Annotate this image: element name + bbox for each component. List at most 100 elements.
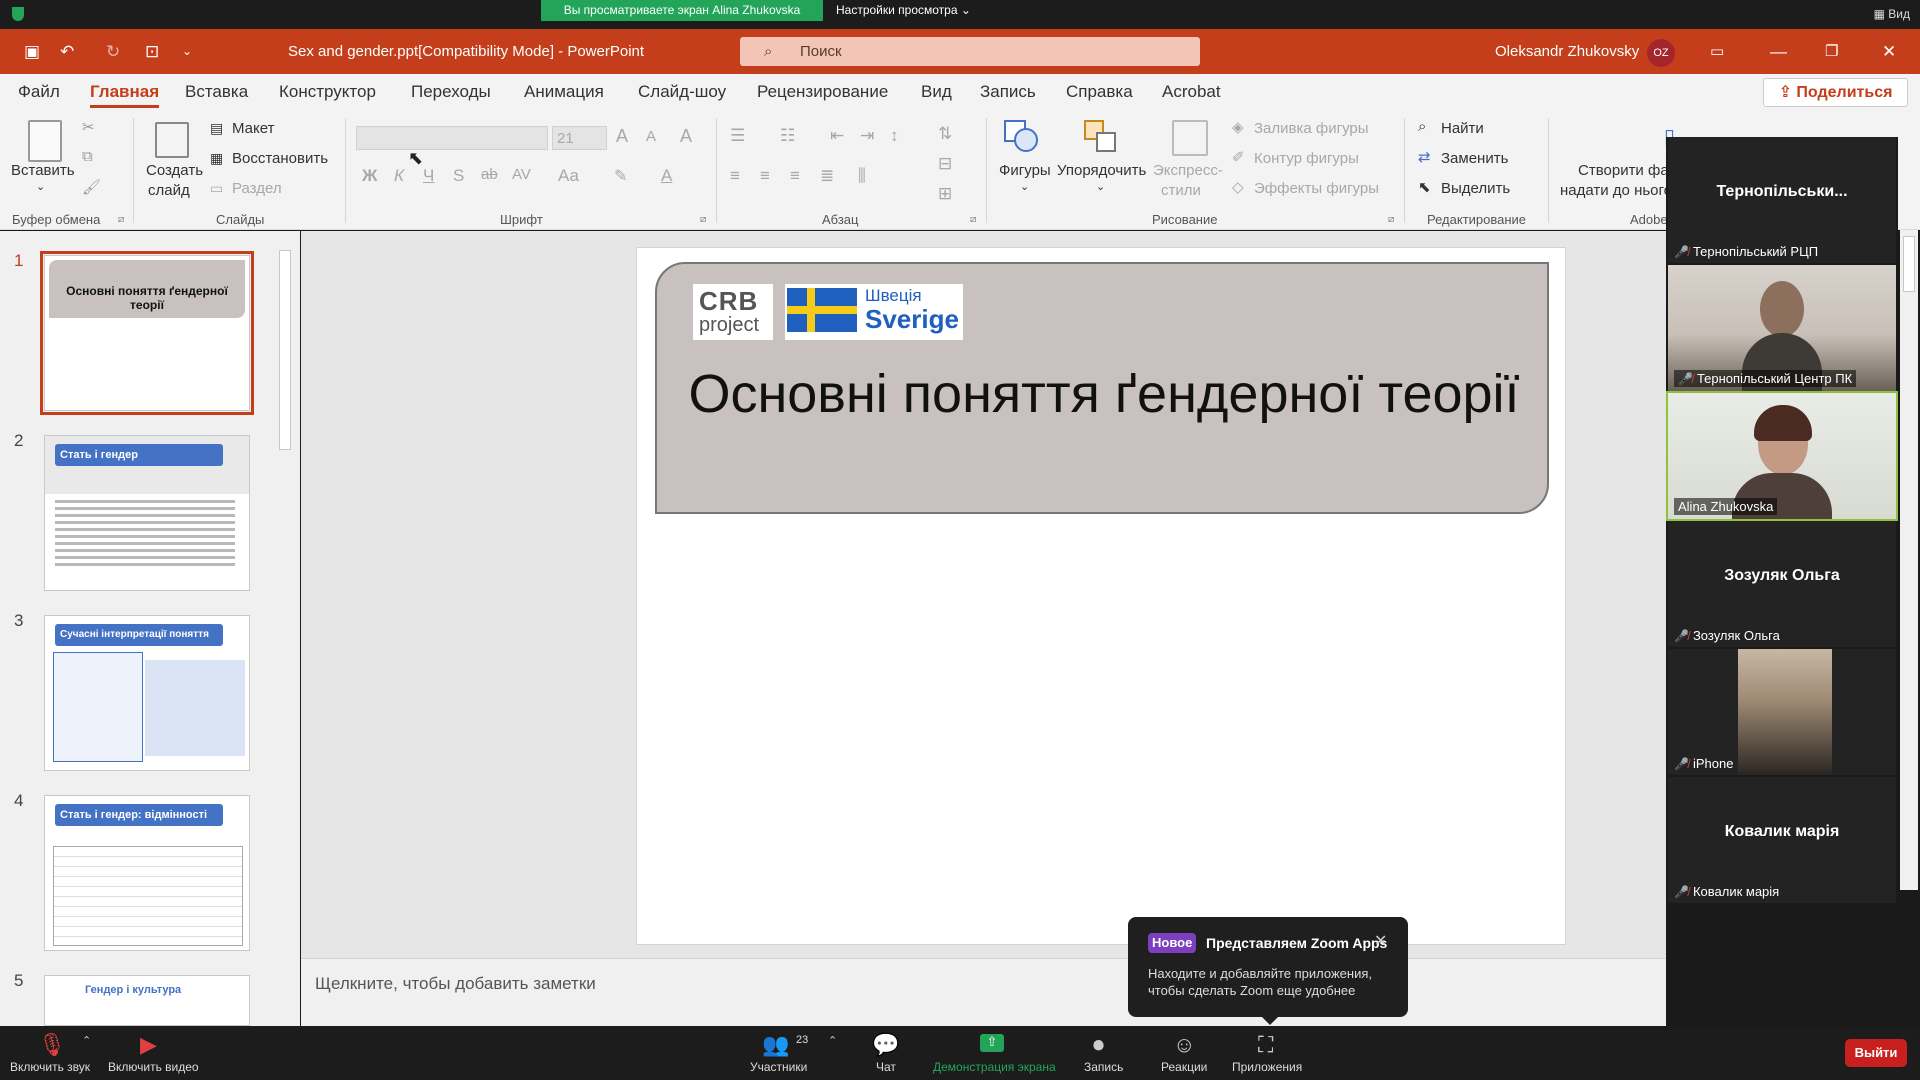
avatar[interactable]: OZ: [1647, 39, 1675, 67]
current-slide[interactable]: CRB project Швеція Sverige Основні понят…: [636, 247, 1566, 945]
find-icon[interactable]: ⌕: [1418, 118, 1426, 135]
shape-outline-icon[interactable]: ✐: [1232, 148, 1245, 166]
title-placeholder[interactable]: CRB project Швеція Sverige Основні понят…: [655, 262, 1549, 514]
copy-icon[interactable]: ⧉: [82, 148, 93, 165]
tab-design[interactable]: Конструктор: [279, 74, 376, 110]
text-direction-icon[interactable]: ⇅: [938, 124, 952, 144]
scrollbar-thumb[interactable]: [1903, 236, 1915, 292]
strikethrough-icon[interactable]: ab: [481, 166, 498, 183]
clipboard-launcher-icon[interactable]: ⧄: [118, 214, 124, 225]
font-color-icon[interactable]: A: [661, 166, 672, 186]
participant-tile[interactable]: Alina Zhukovska: [1666, 391, 1898, 521]
share-screen-icon[interactable]: ⇧: [980, 1034, 1004, 1052]
apps-icon[interactable]: ⛶: [1258, 1032, 1273, 1058]
layout-icon[interactable]: ▤: [210, 120, 223, 137]
justify-icon[interactable]: ≣: [820, 166, 834, 186]
audio-options-icon[interactable]: ⌃: [82, 1034, 91, 1047]
quick-styles-icon[interactable]: [1172, 120, 1208, 156]
change-case-button[interactable]: Аа: [558, 166, 579, 186]
participant-tile[interactable]: Ковалик марія 🎤̸ Ковалик марія: [1668, 777, 1896, 903]
arrange-dropdown-icon[interactable]: ⌄: [1096, 180, 1105, 193]
undo-icon[interactable]: ↶: [60, 29, 74, 74]
spacing-icon[interactable]: AV: [512, 166, 531, 183]
align-text-icon[interactable]: ⊟: [938, 154, 952, 174]
new-slide-icon[interactable]: [155, 122, 189, 158]
align-left-icon[interactable]: ≡: [730, 166, 740, 186]
unmute-button[interactable]: Включить звук: [10, 1060, 90, 1074]
new-slide-button[interactable]: Создать: [146, 162, 203, 179]
search-input[interactable]: ⌕ Поиск: [740, 37, 1200, 66]
align-right-icon[interactable]: ≡: [790, 166, 800, 186]
tab-view[interactable]: Вид: [921, 74, 952, 110]
shape-fill-icon[interactable]: ◈: [1232, 118, 1244, 136]
tab-animations[interactable]: Анимация: [524, 74, 604, 110]
reset-button[interactable]: Восстановить: [232, 150, 328, 167]
video-off-icon[interactable]: ▶: [140, 1032, 157, 1058]
slide-thumbnail-2[interactable]: Стать і гендер: [44, 435, 250, 591]
align-center-icon[interactable]: ≡: [760, 166, 770, 186]
section-icon[interactable]: ▭: [210, 180, 223, 197]
participant-tile[interactable]: Тернопільськи... 🎤̸ Тернопільський РЦП: [1668, 137, 1896, 263]
thumbnails-scrollbar[interactable]: [278, 235, 292, 1021]
minimize-icon[interactable]: —: [1770, 29, 1787, 74]
redo-icon[interactable]: ↻: [106, 29, 120, 74]
tab-transitions[interactable]: Переходы: [411, 74, 491, 110]
line-spacing-icon[interactable]: ↕: [890, 126, 899, 146]
slide-thumbnail-3[interactable]: Сучасні інтерпретації поняття «гендер»: [44, 615, 250, 771]
customize-qat-icon[interactable]: ⌄: [182, 29, 192, 74]
participant-tile[interactable]: 🎤̸ iPhone: [1668, 649, 1896, 775]
record-icon[interactable]: ⏺: [1093, 1032, 1104, 1058]
view-options-dropdown[interactable]: Настройки просмотра ⌄: [836, 0, 971, 21]
layout-button[interactable]: Макет: [232, 120, 274, 137]
arrange-button[interactable]: Упорядочить: [1057, 162, 1146, 179]
shapes-button[interactable]: Фигуры: [999, 162, 1051, 179]
italic-button[interactable]: К: [394, 166, 404, 186]
view-button[interactable]: ▦ Вид: [1874, 0, 1910, 29]
shape-fill-button[interactable]: Заливка фигуры: [1254, 120, 1369, 137]
participants-options-icon[interactable]: ⌃: [828, 1034, 837, 1047]
chat-button[interactable]: Чат: [876, 1060, 896, 1074]
tab-home[interactable]: Главная: [90, 74, 160, 110]
paragraph-launcher-icon[interactable]: ⧄: [970, 214, 976, 225]
new-slide-button-2[interactable]: слайд: [148, 182, 190, 199]
increase-indent-icon[interactable]: ⇥: [860, 126, 874, 146]
slide-thumbnail-4[interactable]: Стать і гендер: відмінності: [44, 795, 250, 951]
start-video-button[interactable]: Включить видео: [108, 1060, 199, 1074]
participant-tile[interactable]: 🎤̸ Тернопільський Центр ПК: [1668, 265, 1896, 391]
share-screen-button[interactable]: Демонстрация экрана: [933, 1060, 1056, 1074]
decrease-indent-icon[interactable]: ⇤: [830, 126, 844, 146]
underline-button[interactable]: Ч: [423, 166, 434, 186]
font-launcher-icon[interactable]: ⧄: [700, 214, 706, 225]
paste-button[interactable]: Вставить: [11, 162, 75, 179]
bold-button[interactable]: Ж: [362, 166, 377, 186]
adobe-create-button-2[interactable]: надати до нього: [1560, 182, 1672, 199]
tab-help[interactable]: Справка: [1066, 74, 1133, 110]
slide-thumbnail-5[interactable]: Гендер і культура: [44, 975, 250, 1026]
quick-styles-button-2[interactable]: стили: [1161, 182, 1201, 199]
reset-icon[interactable]: ▦: [210, 150, 223, 167]
arrange-icon[interactable]: [1084, 120, 1120, 154]
shadow-button[interactable]: S: [453, 166, 464, 186]
participant-tile[interactable]: Зозуляк Ольга 🎤̸ Зозуляк Ольга: [1668, 521, 1896, 647]
share-button[interactable]: ⇪ Поделиться: [1763, 78, 1908, 107]
font-size-select[interactable]: 21: [552, 126, 607, 150]
present-icon[interactable]: ⊡: [145, 29, 159, 74]
close-icon[interactable]: ✕: [1374, 931, 1387, 951]
numbering-icon[interactable]: ☷: [780, 126, 795, 146]
tab-slideshow[interactable]: Слайд-шоу: [638, 74, 726, 110]
ribbon-display-icon[interactable]: ▭: [1710, 29, 1724, 74]
grow-font-icon[interactable]: A: [616, 126, 628, 147]
tab-record[interactable]: Запись: [980, 74, 1036, 110]
cut-icon[interactable]: ✂: [82, 118, 95, 136]
save-icon[interactable]: ▣: [24, 29, 40, 74]
leave-button[interactable]: Выйти: [1845, 1039, 1907, 1067]
close-icon[interactable]: ✕: [1882, 29, 1896, 74]
reactions-button[interactable]: Реакции: [1161, 1060, 1207, 1074]
participants-icon[interactable]: 👥: [762, 1032, 789, 1058]
highlight-icon[interactable]: ✎: [614, 166, 627, 186]
shapes-dropdown-icon[interactable]: ⌄: [1020, 180, 1029, 193]
scrollbar-thumb[interactable]: [279, 250, 291, 450]
find-button[interactable]: Найти: [1441, 120, 1484, 137]
replace-icon[interactable]: ⇄: [1418, 148, 1431, 166]
section-button[interactable]: Раздел: [232, 180, 282, 197]
